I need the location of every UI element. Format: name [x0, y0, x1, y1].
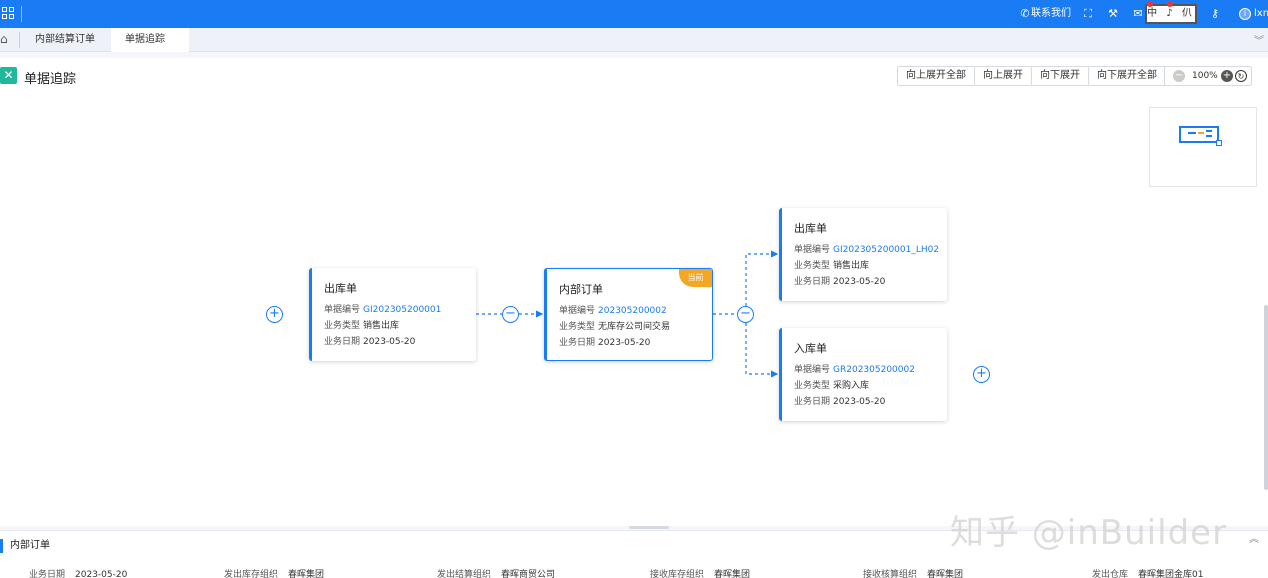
detail-field: 接收库存组织 春晖集团: [650, 570, 751, 578]
detail-field: 接收核算组织 春晖集团: [863, 570, 964, 578]
minimap[interactable]: [1149, 107, 1257, 187]
node-biz-type: 业务类型 采购入库: [794, 381, 870, 391]
detail-field: 业务日期 2023-05-20: [29, 570, 128, 578]
expand-upstream-icon[interactable]: +: [266, 306, 283, 323]
edge-to-right-bottom: [745, 323, 779, 378]
node-doc-no: 单据编号 GI202305200001: [324, 305, 442, 315]
detail-field: 发出库存组织 春晖集团: [224, 570, 325, 578]
node-biz-date: 业务日期 2023-05-20: [559, 338, 651, 348]
doc-no-link[interactable]: GI202305200001_LH02: [833, 245, 939, 255]
node-title: 入库单: [794, 342, 827, 355]
detail-panel-title: 内部订单: [0, 539, 50, 553]
node-biz-type: 业务类型 销售出库: [324, 321, 400, 331]
collapse-icon[interactable]: −: [502, 306, 519, 323]
panel-splitter[interactable]: [629, 526, 669, 529]
node-doc-no: 单据编号 GI202305200001_LH02: [794, 245, 940, 255]
node-biz-type: 业务类型 无库存公司间交易: [559, 322, 671, 332]
minimap-resize-handle[interactable]: [1216, 140, 1222, 146]
edge-to-right-top: [745, 250, 779, 306]
node-internal-order[interactable]: 当前 内部订单 单据编号 202305200002 业务类型 无库存公司间交易 业务…: [544, 268, 713, 361]
doc-no-link[interactable]: 202305200002: [598, 306, 667, 316]
node-doc-no: 单据编号 GR202305200002: [794, 365, 915, 375]
node-inbound-order[interactable]: 入库单 单据编号 GR202305200002 业务类型 采购入库 业务日期 2023…: [779, 328, 947, 421]
detail-field: 发出结算组织 春晖商贸公司: [437, 570, 556, 578]
detail-field: 发出仓库 春晖集团金库01: [1092, 570, 1204, 578]
doc-no-link[interactable]: GR202305200002: [833, 365, 915, 375]
current-badge: 当前: [679, 269, 712, 287]
node-doc-no: 单据编号 202305200002: [559, 306, 667, 316]
watermark: 知乎 @inBuilder: [950, 513, 1228, 553]
node-title: 出库单: [794, 222, 827, 235]
collapse-icon[interactable]: −: [737, 306, 754, 323]
node-title: 内部订单: [559, 283, 603, 296]
node-biz-date: 业务日期 2023-05-20: [324, 337, 416, 347]
node-biz-date: 业务日期 2023-05-20: [794, 397, 886, 407]
vertical-scrollbar[interactable]: [1264, 305, 1268, 490]
chevron-double-up-icon[interactable]: ︽: [1249, 530, 1259, 545]
node-title: 出库单: [324, 282, 357, 295]
node-biz-date: 业务日期 2023-05-20: [794, 277, 886, 287]
node-outbound-order[interactable]: 出库单 单据编号 GI202305200001 业务类型 销售出库 业务日期 2023…: [309, 268, 476, 361]
node-biz-type: 业务类型 销售出库: [794, 261, 870, 271]
node-outbound-order-lh02[interactable]: 出库单 单据编号 GI202305200001_LH02 业务类型 销售出库 业务日…: [779, 208, 947, 301]
expand-downstream-icon[interactable]: +: [973, 366, 990, 383]
minimap-viewport[interactable]: [1179, 126, 1219, 143]
doc-no-link[interactable]: GI202305200001: [363, 305, 441, 315]
